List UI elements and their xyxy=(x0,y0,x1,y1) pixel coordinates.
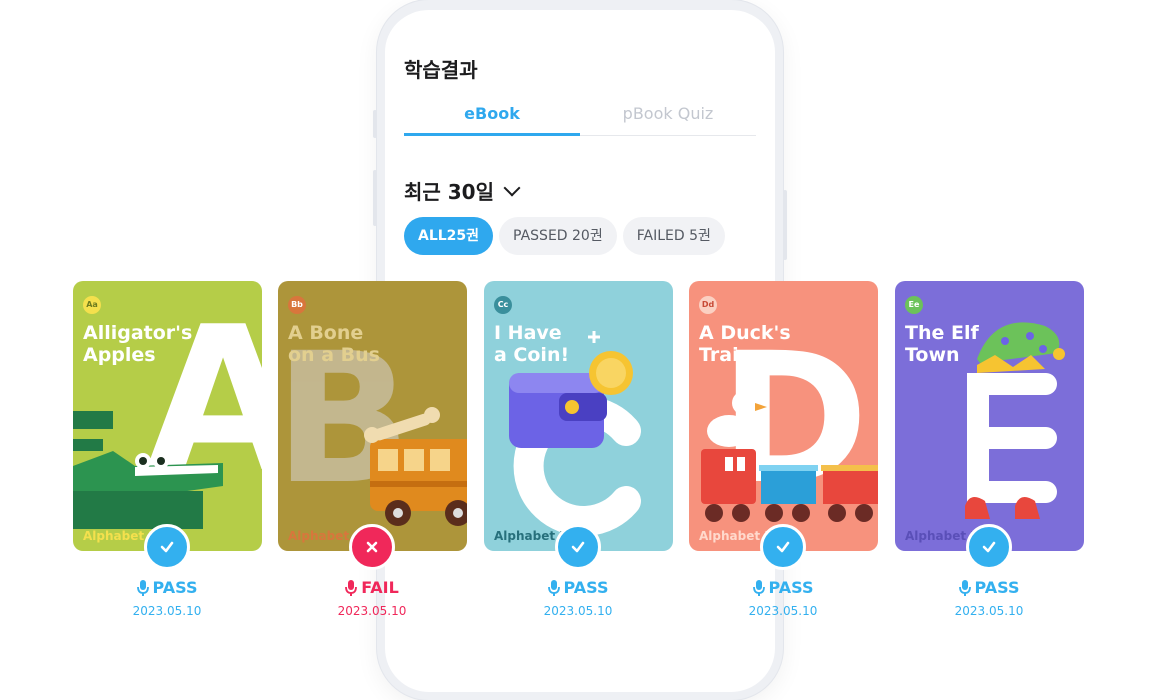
microphone-icon xyxy=(752,579,765,596)
book-card-a-bone-on-a-bus[interactable]: B Bb A Bone on a Bus Alphabet P xyxy=(278,281,467,551)
microphone-icon xyxy=(345,579,358,596)
result-date: 2023.05.10 xyxy=(337,604,407,618)
chevron-down-icon xyxy=(503,179,521,196)
period-dropdown[interactable]: 최근 30일 xyxy=(404,176,521,205)
book-badge: Dd xyxy=(699,296,717,314)
check-icon xyxy=(571,541,585,553)
result-status: PASS xyxy=(723,578,843,597)
check-icon xyxy=(776,541,790,553)
pass-check-badge[interactable] xyxy=(144,524,190,570)
close-icon xyxy=(366,541,378,553)
book-badge: Ee xyxy=(905,296,923,314)
period-label: 최근 30일 xyxy=(404,180,494,204)
check-icon xyxy=(160,541,174,553)
book-badge: Bb xyxy=(288,296,306,314)
result-label: PASS xyxy=(152,578,198,597)
result-date: 2023.05.10 xyxy=(132,604,202,618)
book-title: The Elf Town xyxy=(905,322,979,366)
tab-ebook[interactable]: eBook xyxy=(404,102,580,136)
phone-volume-button xyxy=(373,170,377,226)
result-date: 2023.05.10 xyxy=(543,604,613,618)
result-label: PASS xyxy=(563,578,609,597)
pass-check-badge[interactable] xyxy=(555,524,601,570)
pass-check-badge[interactable] xyxy=(966,524,1012,570)
result-date: 2023.05.10 xyxy=(748,604,818,618)
book-title: Alligator's Apples xyxy=(83,322,193,366)
filter-chips: ALL25권 PASSED 20권 FAILED 5권 xyxy=(404,217,725,255)
pass-check-badge[interactable] xyxy=(760,524,806,570)
result-label: PASS xyxy=(974,578,1020,597)
book-title: A Duck's Train xyxy=(699,322,791,366)
book-title: I Have a Coin! xyxy=(494,322,570,366)
microphone-icon xyxy=(547,579,560,596)
book-card-i-have-a-coin[interactable]: Cc I Have a Coin! Alphabet P xyxy=(484,281,673,551)
result-status: PASS xyxy=(518,578,638,597)
fail-x-badge[interactable] xyxy=(349,524,395,570)
page-title: 학습결과 xyxy=(404,58,478,82)
result-status: PASS xyxy=(929,578,1049,597)
check-icon xyxy=(982,541,996,553)
tab-pbook-quiz[interactable]: pBook Quiz xyxy=(580,102,756,135)
tab-bar: eBook pBook Quiz xyxy=(404,102,756,136)
book-badge: Cc xyxy=(494,296,512,314)
filter-failed-chip[interactable]: FAILED 5권 xyxy=(622,217,725,255)
book-card-a-ducks-train[interactable]: D Dd A Duck's Train Alphabet P xyxy=(689,281,878,551)
result-date: 2023.05.10 xyxy=(954,604,1024,618)
book-badge: Aa xyxy=(83,296,101,314)
microphone-icon xyxy=(136,579,149,596)
result-status: FAIL xyxy=(312,578,432,597)
book-title: A Bone on a Bus xyxy=(288,322,380,366)
phone-power-button xyxy=(783,190,787,260)
filter-passed-chip[interactable]: PASSED 20권 xyxy=(499,217,617,255)
filter-all-chip[interactable]: ALL25권 xyxy=(404,217,494,255)
result-status: PASS xyxy=(107,578,227,597)
book-card-alligators-apples[interactable]: A Aa Alligator's Apples Alphabet P xyxy=(73,281,262,551)
result-label: FAIL xyxy=(361,578,399,597)
phone-side-button xyxy=(373,110,377,138)
result-label: PASS xyxy=(768,578,814,597)
microphone-icon xyxy=(958,579,971,596)
book-card-the-elf-town[interactable]: Ee The Elf Town Alphabet P xyxy=(895,281,1084,551)
